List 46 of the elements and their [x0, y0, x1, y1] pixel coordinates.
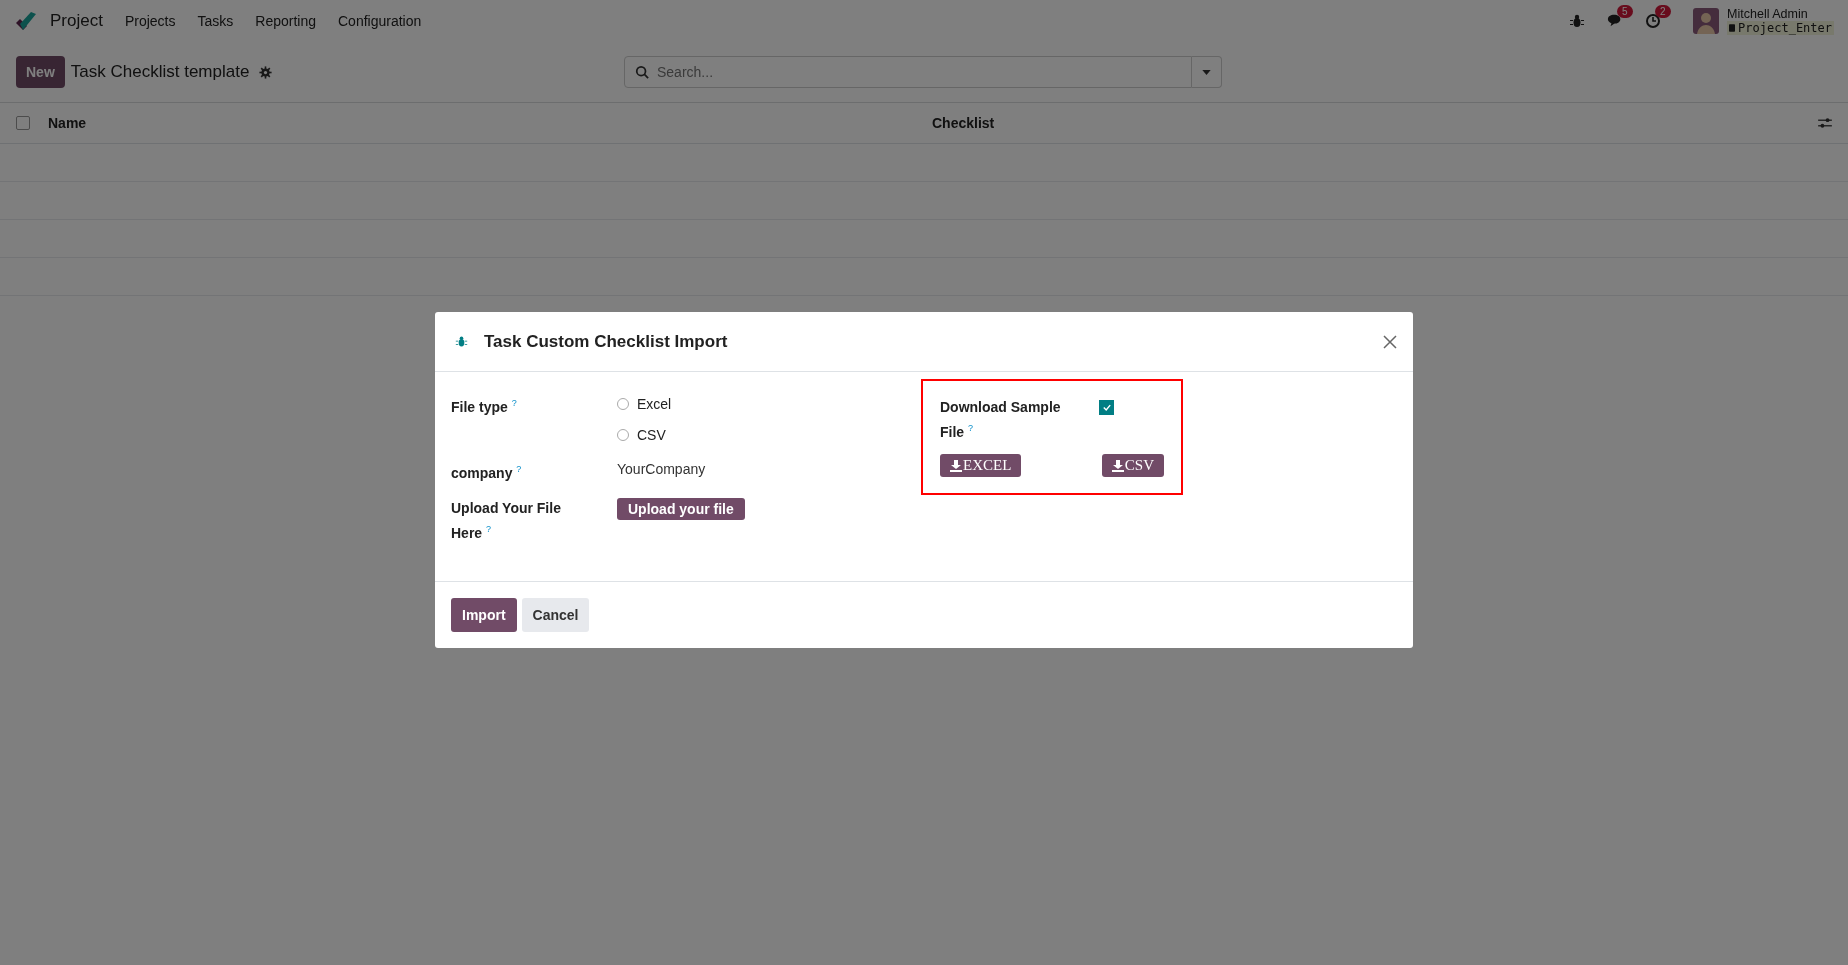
avatar-silhouette[interactable]	[1693, 8, 1720, 34]
gear-icon[interactable]	[259, 65, 273, 79]
select-all-checkbox[interactable]	[16, 116, 30, 130]
field-value: YourCompany	[617, 460, 707, 479]
import-button[interactable]: Import	[451, 598, 517, 633]
dialog-title: Task Custom Checklist Import	[484, 331, 728, 352]
bug-icon[interactable]	[1569, 13, 1586, 29]
database-name: Project_Enter	[1738, 21, 1832, 35]
field-label: Download Sample File $^{?}$	[940, 398, 1062, 442]
cancel-button[interactable]: Cancel	[521, 598, 590, 633]
download-icon	[950, 459, 962, 472]
column-header[interactable]: Checklist	[932, 115, 995, 131]
caret-icon	[1202, 69, 1211, 75]
upload-button[interactable]: Upload your file	[617, 497, 745, 520]
new-button[interactable]: New	[16, 56, 65, 88]
download-button[interactable]: CSV	[1101, 454, 1164, 477]
search-field[interactable]: Search...	[624, 56, 1192, 88]
database-icon	[1729, 24, 1736, 32]
notification-badge: 5	[1617, 5, 1633, 18]
column-header[interactable]: Name	[48, 115, 87, 131]
menu-item[interactable]: Reporting	[255, 13, 316, 29]
search-icon	[635, 65, 649, 79]
radio-button[interactable]	[617, 428, 629, 441]
field-label: company $^{?}$	[451, 463, 523, 483]
menu-item[interactable]: Tasks	[197, 13, 234, 29]
sliders-icon[interactable]	[1818, 117, 1832, 129]
app-name[interactable]: Project	[50, 11, 103, 31]
radio-label[interactable]: Excel	[637, 395, 672, 412]
clock-icon[interactable]	[1645, 13, 1662, 29]
search-options-toggle[interactable]	[1192, 56, 1222, 88]
menu-item[interactable]: Projects	[124, 13, 176, 29]
menu-item[interactable]: Configuration	[338, 13, 422, 29]
checkbox[interactable]	[1099, 400, 1114, 415]
radio-button[interactable]	[617, 397, 629, 410]
breadcrumb-title: Task Checklist template	[70, 62, 250, 82]
field-label: File type $^{?}$	[451, 397, 518, 417]
user-name: Mitchell Admin	[1727, 7, 1809, 21]
app-logo-icon[interactable]	[14, 11, 38, 31]
notification-badge: 2	[1655, 5, 1671, 18]
radio-label[interactable]: CSV	[637, 426, 666, 443]
download-button[interactable]: EXCEL	[940, 454, 1022, 477]
field-label: Upload Your File Here $^{?}$	[451, 498, 562, 543]
download-icon	[1111, 459, 1124, 472]
close-icon[interactable]	[1383, 334, 1397, 349]
checkmark-icon	[1102, 404, 1111, 411]
bug-icon	[455, 335, 468, 348]
